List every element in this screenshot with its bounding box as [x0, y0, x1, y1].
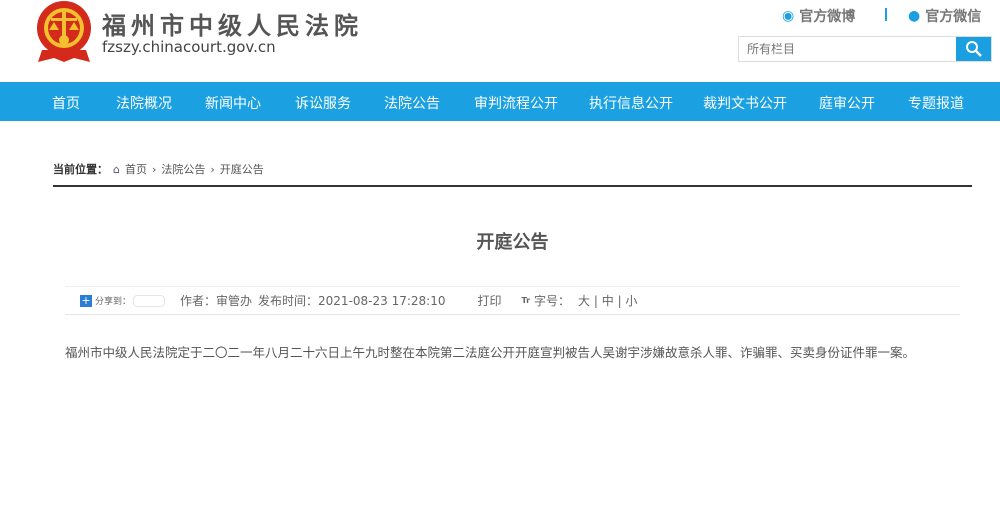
font-small[interactable]: 小 [625, 292, 637, 309]
home-icon: ⌂ [113, 162, 120, 176]
main-nav: 首页 法院概况 新闻中心 诉讼服务 法院公告 审判流程公开 执行信息公开 裁判文… [0, 82, 1000, 121]
share-plus-icon[interactable]: + [80, 294, 92, 307]
article-body: 福州市中级人民法院定于二〇二一年八月二十六日上午九时整在本院第二法庭公开开庭宣判… [65, 345, 916, 360]
court-emblem-logo[interactable] [34, 0, 94, 66]
wechat-link[interactable]: ● 官方微信 [908, 6, 981, 26]
nav-hearings[interactable]: 庭审公开 [819, 93, 875, 113]
nav-execution[interactable]: 执行信息公开 [589, 93, 673, 113]
search-input[interactable] [739, 37, 956, 61]
breadcrumb: 当前位置： ⌂ 首页 › 法院公告 › 开庭公告 [53, 161, 264, 177]
crumb-current[interactable]: 开庭公告 [220, 161, 264, 177]
page-title: 开庭公告 [476, 232, 549, 253]
font-size-icon: Tr [521, 296, 531, 305]
article-meta: + 分享到： 作者：审管办 发布时间：2021-08-23 17:28:10 打… [65, 286, 960, 315]
divider [53, 185, 972, 187]
nav-trial-process[interactable]: 审判流程公开 [474, 93, 558, 113]
font-medium[interactable]: 中 [602, 292, 614, 309]
search-button[interactable] [956, 37, 991, 61]
nav-overview[interactable]: 法院概况 [116, 93, 172, 113]
nav-notices[interactable]: 法院公告 [384, 93, 440, 113]
publish-time: 发布时间：2021-08-23 17:28:10 [258, 294, 446, 308]
share-label: 分享到： [95, 297, 132, 307]
weibo-link[interactable]: ◉ 官方微博 [782, 6, 855, 26]
weibo-icon: ◉ [782, 8, 795, 24]
search-icon [965, 41, 982, 57]
divider [885, 8, 887, 21]
share-button[interactable] [133, 294, 166, 307]
site-url: fzszy.chinacourt.gov.cn [102, 38, 276, 56]
nav-special[interactable]: 专题报道 [908, 93, 964, 113]
nav-home[interactable]: 首页 [52, 93, 80, 113]
wechat-icon: ● [908, 8, 921, 24]
nav-judgments[interactable]: 裁判文书公开 [703, 93, 787, 113]
site-name: 福州市中级人民法院 [102, 11, 363, 40]
font-large[interactable]: 大 [578, 292, 590, 309]
author: 作者：审管办 [180, 294, 253, 308]
crumb-notices[interactable]: 法院公告 [161, 161, 205, 177]
font-size-label: 字号： [534, 294, 571, 308]
crumb-home[interactable]: 首页 [125, 161, 147, 177]
print-link[interactable]: 打印 [477, 292, 501, 309]
nav-litigation[interactable]: 诉讼服务 [295, 93, 351, 113]
nav-news[interactable]: 新闻中心 [205, 93, 261, 113]
search-box [738, 36, 992, 62]
